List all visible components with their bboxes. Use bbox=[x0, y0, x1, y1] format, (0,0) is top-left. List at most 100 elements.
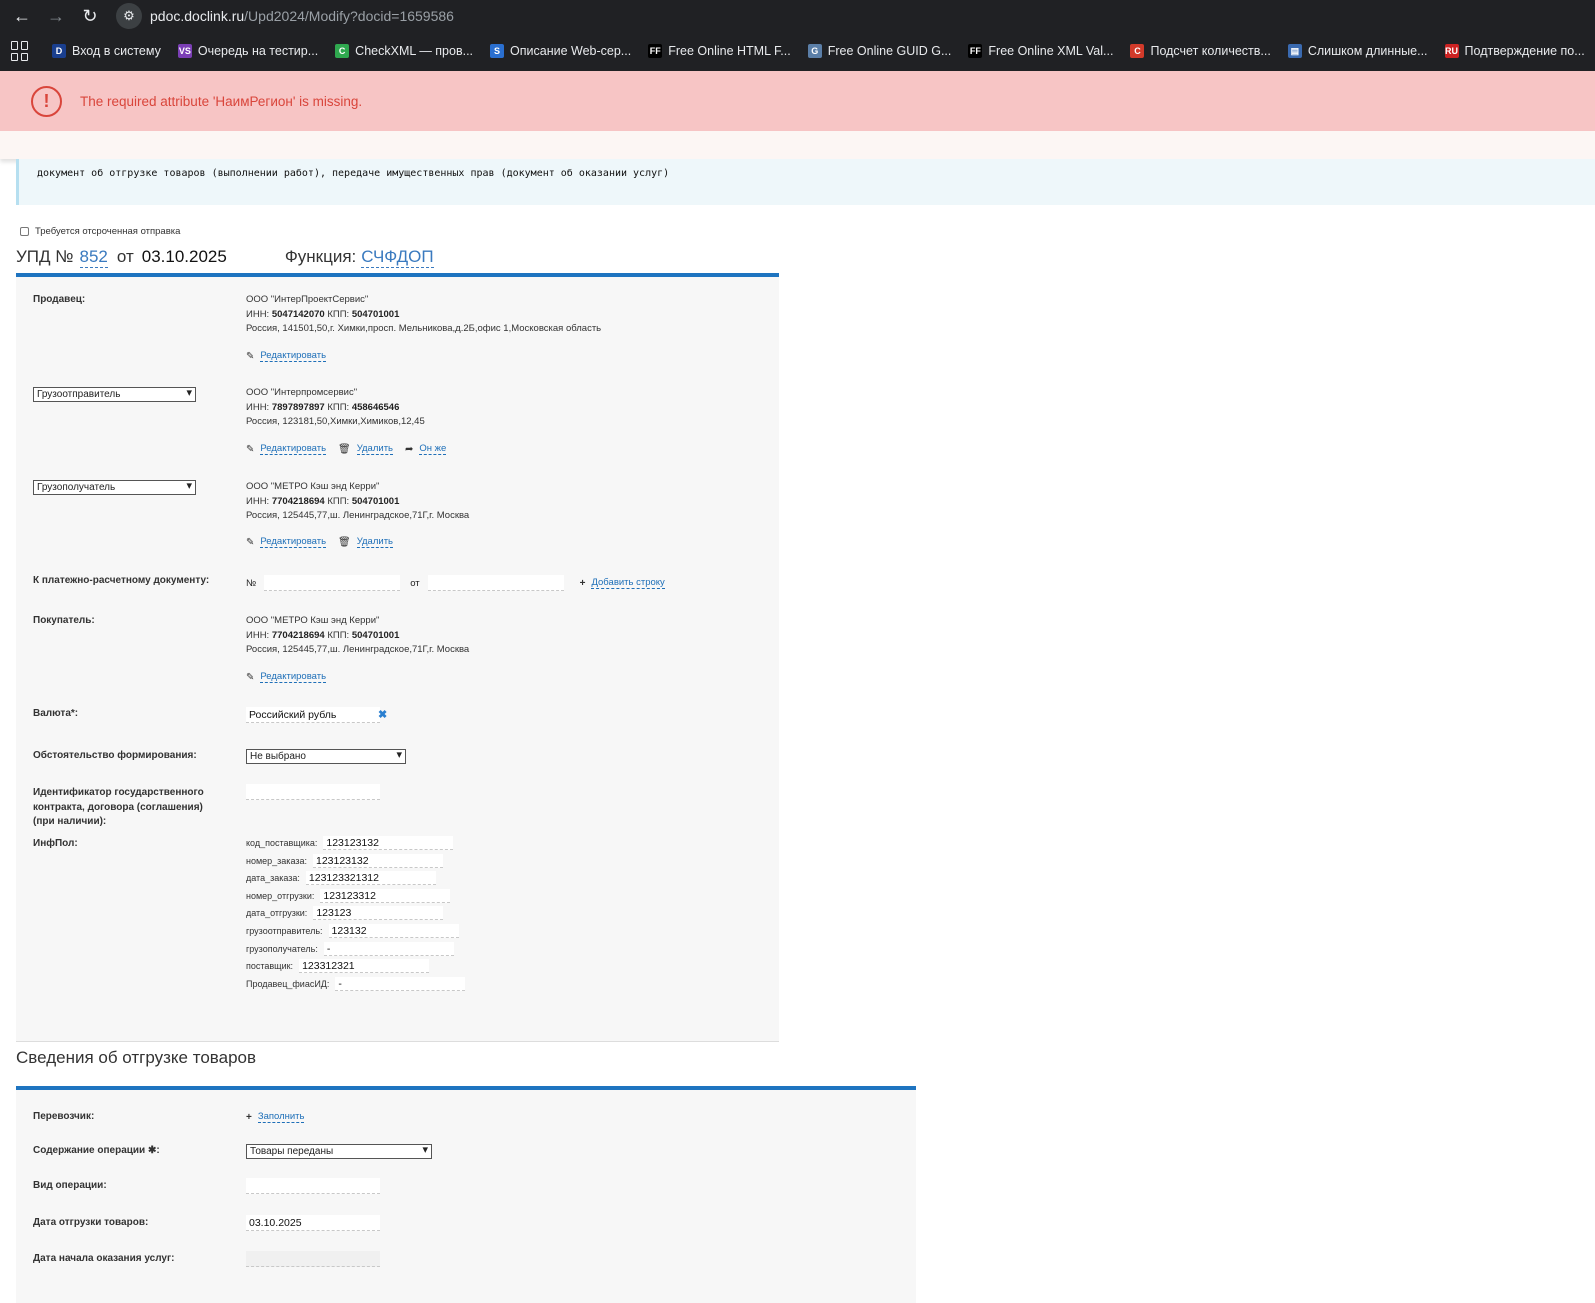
plus-icon: + bbox=[579, 577, 586, 589]
service-start-label: Дата начала оказания услуг: bbox=[33, 1253, 175, 1264]
infpol-value-input[interactable]: - bbox=[335, 976, 466, 991]
bookmark-favicon-icon: ▤ bbox=[1287, 44, 1302, 58]
shipper-edit-link[interactable]: Редактировать bbox=[260, 443, 327, 455]
buyer-inn: 7704218694 bbox=[271, 629, 325, 641]
payment-doc-label: К платежно-расчетному документу: bbox=[33, 575, 210, 586]
shipper-delete-link[interactable]: Удалить bbox=[356, 443, 393, 455]
shipper-details: ООО "Интерпромсервис" ИНН: 7897897897 КП… bbox=[246, 386, 425, 430]
infpol-value-input[interactable]: 123312321 bbox=[299, 959, 430, 974]
buyer-name: ООО "МЕТРО Кэш энд Керри" bbox=[246, 615, 380, 626]
carrier-fill-link[interactable]: Заполнить bbox=[257, 1111, 305, 1123]
bookmark-favicon-icon: FF bbox=[648, 44, 663, 58]
bookmark-favicon-icon: D bbox=[52, 44, 66, 58]
function-value[interactable]: СЧФДОП bbox=[361, 247, 434, 268]
apps-grid-icon[interactable] bbox=[11, 41, 28, 61]
infpol-value-input[interactable]: 123123321312 bbox=[305, 871, 436, 886]
seller-details: ООО "ИнтерПроектСервис" ИНН: 5047142070 … bbox=[246, 293, 601, 337]
infpol-value-input[interactable]: 123123132 bbox=[323, 836, 454, 850]
bookmark-favicon-icon: G bbox=[807, 44, 822, 58]
consignee-role-select[interactable]: Грузополучатель bbox=[33, 480, 196, 495]
bookmark-label: Free Online GUID G... bbox=[827, 44, 952, 58]
add-row-link[interactable]: Добавить строку bbox=[591, 577, 665, 589]
share-icon: ➦ bbox=[405, 443, 414, 455]
error-message: The required attribute 'НаимРегион' is m… bbox=[80, 93, 363, 109]
seller-actions: ✎ Редактировать bbox=[246, 350, 338, 362]
infpol-value-input[interactable]: - bbox=[323, 941, 454, 956]
trash-icon: 🗑 bbox=[338, 443, 351, 455]
shipper-name: ООО "Интерпромсервис" bbox=[246, 387, 358, 398]
function-label: Функция: bbox=[284, 247, 357, 266]
infpol-row: номер_заказа: 123123132 bbox=[246, 853, 443, 868]
upd-number[interactable]: 852 bbox=[79, 247, 108, 268]
address-bar[interactable]: pdoc.doclink.ru/Upd2024/Modify?docid=165… bbox=[150, 8, 454, 24]
seller-kpp: 504701001 bbox=[351, 308, 400, 320]
circumstance-label: Обстоятельство формирования: bbox=[33, 750, 197, 761]
consignee-edit-link[interactable]: Редактировать bbox=[260, 536, 327, 548]
payment-doc-number-input[interactable] bbox=[264, 575, 401, 591]
consignee-details: ООО "МЕТРО Кэш энд Керри" ИНН: 770421869… bbox=[246, 480, 469, 524]
contract-id-input[interactable] bbox=[246, 784, 380, 800]
bookmark-favicon-icon: C bbox=[335, 44, 350, 58]
operation-type-input[interactable] bbox=[246, 1178, 380, 1194]
bookmark-item[interactable]: FF Free Online XML Val... bbox=[968, 44, 1113, 58]
ship-date-input[interactable]: 03.10.2025 bbox=[246, 1215, 380, 1231]
infpol-key: грузоотправитель: bbox=[246, 926, 323, 936]
deferred-send-option[interactable]: Требуется отсроченная отправка bbox=[20, 226, 180, 237]
service-start-input[interactable] bbox=[246, 1251, 380, 1267]
browser-toolbar: ← → ↻ ⚙ pdoc.doclink.ru/Upd2024/Modify?d… bbox=[0, 0, 1595, 31]
seller-inn: 5047142070 bbox=[271, 308, 325, 320]
buyer-actions: ✎ Редактировать bbox=[246, 671, 338, 683]
infpol-value-input[interactable]: 123123312 bbox=[320, 888, 451, 903]
infpol-row: грузоотправитель: 123132 bbox=[246, 924, 459, 938]
shipment-panel: Перевозчик: + Заполнить Содержание опера… bbox=[16, 1086, 916, 1303]
clear-icon[interactable]: ✖ bbox=[378, 708, 387, 721]
infpol-key: дата_отгрузки: bbox=[246, 908, 308, 919]
infpol-row: грузополучатель: - bbox=[246, 941, 454, 956]
infpol-row: дата_отгрузки: 123123 bbox=[246, 906, 444, 921]
bookmark-item[interactable]: VS Очередь на тестир... bbox=[177, 44, 318, 58]
bookmark-item[interactable]: C CheckXML — пров... bbox=[335, 44, 473, 58]
bookmark-item[interactable]: C Подсчет количеств... bbox=[1130, 44, 1271, 58]
bookmark-label: Вход в систему bbox=[72, 44, 161, 58]
operation-type-label: Вид операции: bbox=[33, 1180, 107, 1191]
bookmark-item[interactable]: RU Подтверждение по... bbox=[1444, 44, 1585, 58]
bookmark-item[interactable]: ▤ Слишком длинные... bbox=[1287, 44, 1428, 58]
plus-icon: + bbox=[246, 1111, 252, 1123]
infpol-value-input[interactable]: 123132 bbox=[328, 924, 459, 938]
upd-date[interactable]: 03.10.2025 bbox=[142, 247, 227, 267]
payment-doc-from-label: от bbox=[410, 577, 420, 589]
circumstance-select[interactable]: Не выбрано bbox=[246, 749, 406, 764]
bookmark-favicon-icon: C bbox=[1130, 44, 1145, 58]
infpol-value-input[interactable]: 123123 bbox=[313, 906, 444, 921]
site-info-icon[interactable]: ⚙ bbox=[116, 2, 142, 29]
shipper-same-link[interactable]: Он же bbox=[419, 443, 447, 455]
forward-icon[interactable]: → bbox=[44, 4, 68, 28]
bookmark-item[interactable]: G Free Online GUID G... bbox=[807, 44, 952, 58]
bookmark-item[interactable]: S Описание Web-сер... bbox=[490, 44, 631, 58]
back-icon[interactable]: ← bbox=[10, 4, 34, 28]
bookmark-item[interactable]: FF Free Online HTML F... bbox=[648, 44, 791, 58]
infpol-value-input[interactable]: 123123132 bbox=[312, 853, 443, 868]
currency-input[interactable]: Российский рубль bbox=[246, 707, 380, 723]
buyer-edit-link[interactable]: Редактировать bbox=[260, 671, 327, 683]
consignee-inn-kpp: ИНН: 7704218694 КПП: 504701001 bbox=[246, 495, 400, 507]
infpol-key: поставщик: bbox=[246, 961, 294, 972]
bookmark-item[interactable]: D Вход в систему bbox=[52, 44, 161, 58]
infpol-key: код_поставщика: bbox=[246, 838, 318, 848]
reload-icon[interactable]: ↻ bbox=[78, 4, 102, 28]
seller-inn-kpp: ИНН: 5047142070 КПП: 504701001 bbox=[246, 308, 400, 320]
bookmark-label: Слишком длинные... bbox=[1307, 44, 1428, 58]
bookmark-favicon-icon: S bbox=[490, 44, 505, 58]
infpol-key: Продавец_фиасИД: bbox=[246, 978, 330, 989]
payment-doc-num-label: № bbox=[246, 577, 257, 589]
deferred-checkbox[interactable] bbox=[20, 227, 29, 236]
seller-edit-link[interactable]: Редактировать bbox=[260, 350, 327, 362]
operation-select[interactable]: Товары переданы bbox=[246, 1144, 432, 1159]
pencil-icon: ✎ bbox=[246, 443, 255, 455]
payment-doc-date-input[interactable] bbox=[427, 575, 564, 591]
buyer-details: ООО "МЕТРО Кэш энд Керри" ИНН: 770421869… bbox=[246, 614, 469, 658]
bookmark-label: CheckXML — пров... bbox=[355, 44, 474, 58]
shipper-role-select[interactable]: Грузоотправитель bbox=[33, 387, 196, 402]
consignee-inn: 7704218694 bbox=[271, 495, 325, 507]
consignee-delete-link[interactable]: Удалить bbox=[356, 536, 393, 548]
